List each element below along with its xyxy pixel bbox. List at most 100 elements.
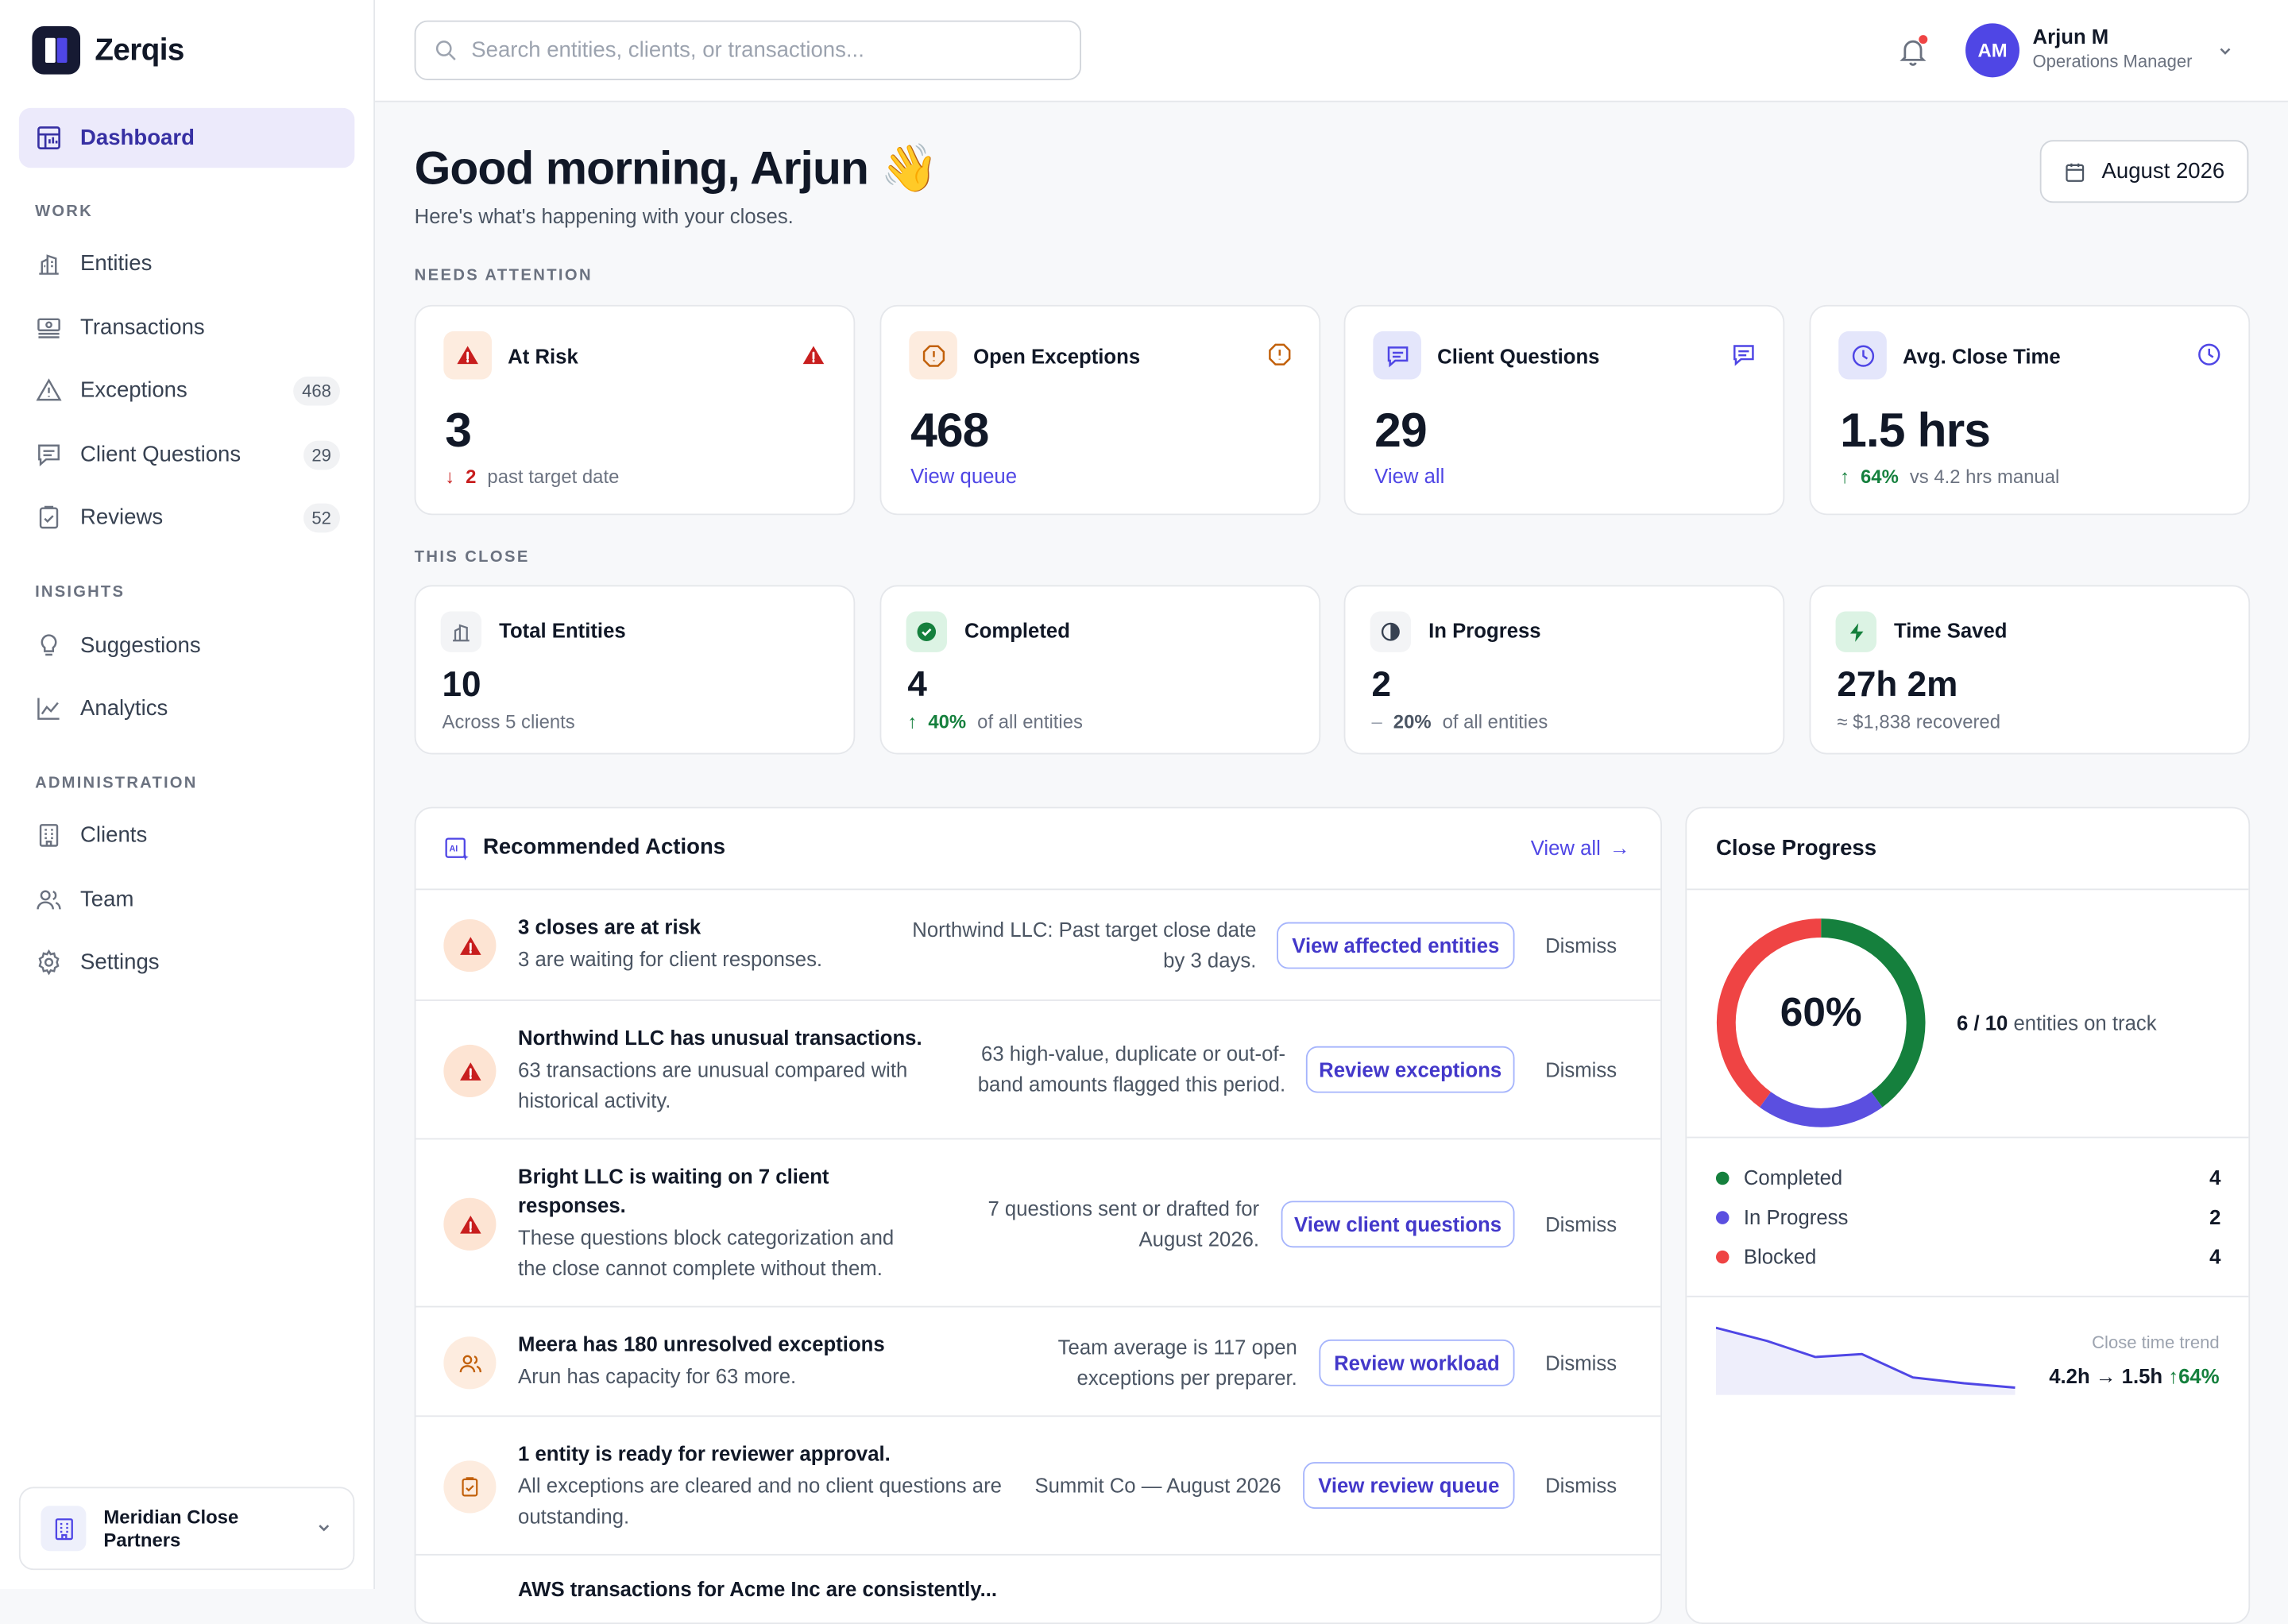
action-note: Summit Co — August 2026 bbox=[1034, 1473, 1281, 1498]
action-note: 63 high-value, duplicate or out-of-band … bbox=[977, 1042, 1286, 1096]
reviews-count-badge: 52 bbox=[303, 503, 340, 533]
sidebar-item-client-questions[interactable]: Client Questions 29 bbox=[19, 424, 354, 484]
dash-icon: – bbox=[1371, 710, 1382, 733]
lightbulb-icon bbox=[41, 634, 57, 656]
view-client-questions-button[interactable]: View client questions bbox=[1281, 1201, 1515, 1248]
view-all-actions-link[interactable]: View all → bbox=[1531, 836, 1630, 859]
in-progress-sub-text: of all entities bbox=[1442, 710, 1548, 733]
action-description: 3 are waiting for client responses. bbox=[518, 946, 823, 971]
period-picker-button[interactable]: August 2026 bbox=[2039, 140, 2249, 203]
completed-sub-text: of all entities bbox=[977, 710, 1083, 733]
sidebar-item-reviews[interactable]: Reviews 52 bbox=[19, 487, 354, 547]
view-queue-link[interactable]: View queue bbox=[910, 464, 1017, 487]
nav-section-insights: INSIGHTS bbox=[35, 583, 126, 601]
clock-icon bbox=[1851, 344, 1874, 366]
dismiss-button[interactable]: Dismiss bbox=[1545, 1212, 1617, 1235]
sidebar-item-dashboard[interactable]: Dashboard bbox=[18, 107, 355, 168]
review-exceptions-button[interactable]: Review exceptions bbox=[1305, 1046, 1515, 1093]
warning-icon bbox=[802, 346, 825, 365]
dismiss-button[interactable]: Dismiss bbox=[1545, 1058, 1617, 1081]
avg-close-delta-text: vs 4.2 hrs manual bbox=[1909, 465, 2060, 488]
legend-item-completed: Completed 4 bbox=[1715, 1163, 2221, 1193]
sidebar-item-label: Settings bbox=[80, 949, 160, 975]
legend-item-in-progress: In Progress 2 bbox=[1715, 1202, 2221, 1232]
client-questions-card[interactable]: Client Questions 29 View all bbox=[1343, 304, 1785, 516]
legend-value: 4 bbox=[2209, 1166, 2221, 1189]
arrow-up-icon: ↑ bbox=[1840, 465, 1850, 488]
panel-title: Recommended Actions bbox=[482, 834, 726, 860]
arrow-down-icon: ↓ bbox=[445, 465, 455, 488]
sidebar-item-clients[interactable]: Clients bbox=[19, 806, 354, 865]
action-row: 1 entity is ready for reviewer approval.… bbox=[415, 1415, 1661, 1553]
open-exceptions-card[interactable]: Open Exceptions 468 View queue bbox=[879, 304, 1321, 516]
chevron-down-icon[interactable] bbox=[2216, 42, 2234, 60]
sidebar: Zerqis Dashboard WORK Entities Transacti… bbox=[0, 0, 376, 1589]
view-all-questions-link[interactable]: View all bbox=[1374, 464, 1444, 487]
completed-sub: ↑ 40% of all entities bbox=[907, 710, 1082, 733]
divider bbox=[1687, 1136, 2249, 1139]
card-title: Client Questions bbox=[1437, 344, 1600, 368]
arrow-up-icon: ↑ bbox=[907, 710, 918, 733]
avatar[interactable]: AM bbox=[1965, 23, 2019, 78]
section-label-needs-attention: NEEDS ATTENTION bbox=[414, 267, 593, 285]
sidebar-item-suggestions[interactable]: Suggestions bbox=[19, 616, 354, 675]
sidebar-item-settings[interactable]: Settings bbox=[19, 933, 354, 992]
dismiss-button[interactable]: Dismiss bbox=[1545, 1474, 1617, 1497]
at-risk-card[interactable]: At Risk 3 ↓ 2 past target date bbox=[414, 304, 856, 516]
trend-summary: 4.2h → 1.5h ↑64% bbox=[2049, 1364, 2219, 1387]
bolt-icon-box bbox=[1835, 611, 1876, 652]
gear-icon bbox=[38, 949, 60, 976]
close-time-trend-sparkline bbox=[1715, 1326, 2016, 1395]
dismiss-button[interactable]: Dismiss bbox=[1545, 934, 1617, 957]
sidebar-item-exceptions[interactable]: Exceptions 468 bbox=[19, 361, 354, 420]
sidebar-item-label: Client Questions bbox=[80, 442, 242, 467]
users-icon bbox=[458, 1354, 481, 1372]
avg-close-time-card[interactable]: Avg. Close Time 1.5 hrs ↑ 64% vs 4.2 hrs… bbox=[1809, 304, 2251, 516]
action-row: 3 closes are at risk 3 are waiting for c… bbox=[415, 888, 1661, 1000]
user-name[interactable]: Arjun M bbox=[2033, 25, 2109, 48]
in-progress-value: 2 bbox=[1371, 665, 1392, 706]
search-input[interactable] bbox=[471, 37, 1055, 63]
sidebar-item-transactions[interactable]: Transactions bbox=[19, 298, 354, 358]
topbar: AM Arjun M Operations Manager bbox=[375, 0, 2288, 102]
transactions-icon bbox=[37, 318, 60, 338]
building-icon bbox=[453, 624, 470, 642]
legend-label: Blocked bbox=[1743, 1244, 1817, 1268]
check-circle-icon bbox=[917, 622, 937, 641]
in-progress-card: In Progress 2 – 20% of all entities bbox=[1343, 585, 1785, 755]
org-name: Meridian Close Partners bbox=[103, 1505, 239, 1551]
sidebar-item-team[interactable]: Team bbox=[19, 870, 354, 930]
card-title: Time Saved bbox=[1894, 618, 2008, 643]
logo-icon bbox=[32, 26, 81, 75]
sidebar-item-entities[interactable]: Entities bbox=[19, 234, 354, 293]
notifications-button[interactable] bbox=[1897, 35, 1929, 67]
sidebar-item-analytics[interactable]: Analytics bbox=[19, 679, 354, 738]
action-title: 3 closes are at risk bbox=[518, 914, 701, 938]
wave-emoji: 👋 bbox=[880, 141, 938, 195]
questions-count-badge: 29 bbox=[303, 440, 340, 470]
card-title: Avg. Close Time bbox=[1903, 344, 2061, 368]
half-circle-icon bbox=[1381, 622, 1400, 641]
action-row: Northwind LLC has unusual transactions. … bbox=[415, 1000, 1661, 1138]
clock-icon-box bbox=[1838, 331, 1887, 380]
panel-title: Close Progress bbox=[1715, 836, 1877, 861]
time-saved-value: 27h 2m bbox=[1837, 665, 1958, 706]
donut-percent-label: 60% bbox=[1780, 989, 1862, 1035]
org-switcher[interactable]: Meridian Close Partners bbox=[18, 1487, 355, 1571]
search-bar[interactable] bbox=[414, 20, 1081, 81]
view-all-label: View all bbox=[1530, 836, 1601, 860]
view-affected-entities-button[interactable]: View affected entities bbox=[1277, 922, 1515, 969]
action-description: Arun has capacity for 63 more. bbox=[518, 1364, 797, 1388]
on-track-value: 6 / 10 bbox=[1957, 1011, 2008, 1035]
office-icon bbox=[39, 824, 59, 847]
legend-value: 2 bbox=[2209, 1204, 2221, 1229]
dismiss-button[interactable]: Dismiss bbox=[1545, 1351, 1617, 1375]
warning-icon bbox=[459, 1061, 481, 1080]
view-review-queue-button[interactable]: View review queue bbox=[1303, 1462, 1515, 1509]
app-logo[interactable]: Zerqis bbox=[32, 26, 184, 75]
warning-icon bbox=[457, 346, 478, 365]
review-workload-button[interactable]: Review workload bbox=[1319, 1339, 1515, 1386]
on-track-text: entities on track bbox=[2013, 1011, 2157, 1035]
action-note: Northwind LLC: Past target close date by… bbox=[912, 918, 1257, 972]
warning-icon bbox=[459, 1215, 481, 1233]
